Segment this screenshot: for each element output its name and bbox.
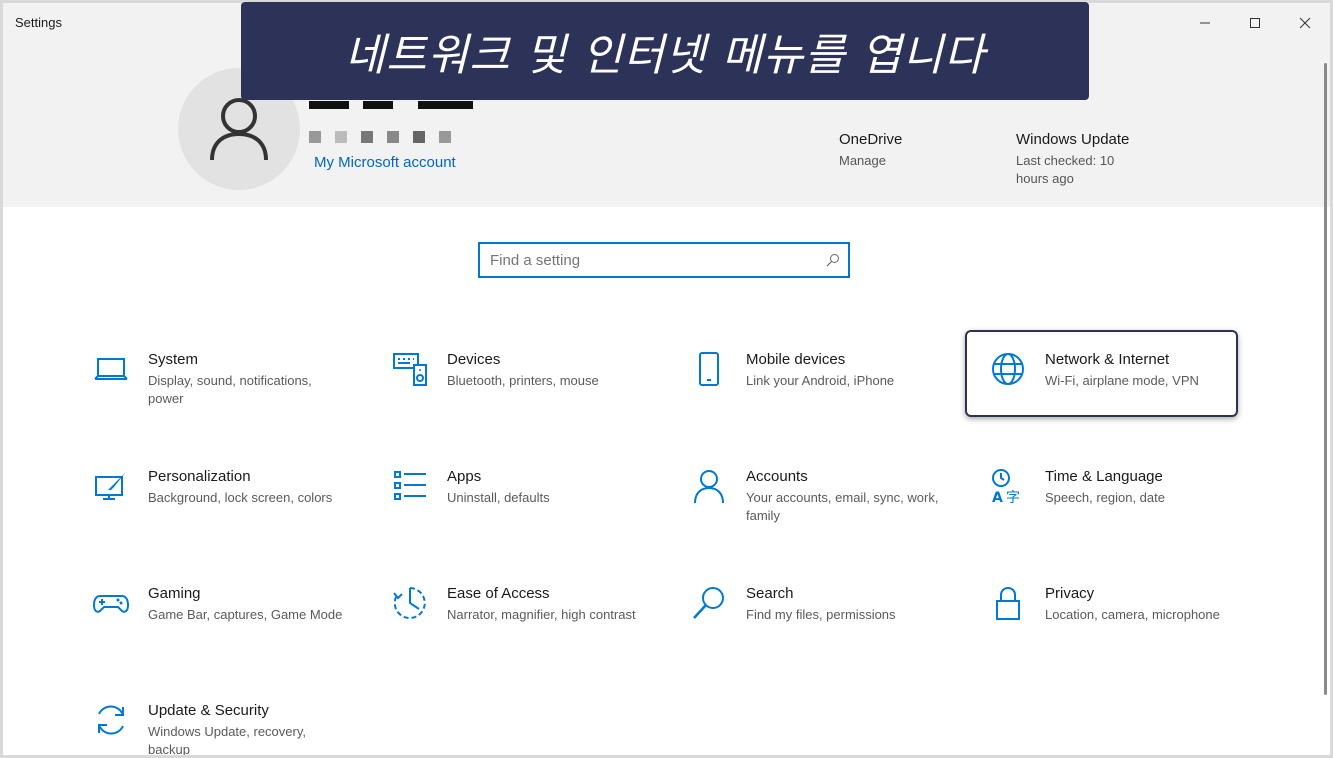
category-title: Search <box>746 585 794 602</box>
category-description: Your accounts, email, sync, work, family <box>746 490 939 523</box>
search-input[interactable] <box>490 252 810 269</box>
instruction-banner: 네트워크 및 인터넷 메뉴를 엽니다 <box>241 2 1089 100</box>
minimize-icon <box>1200 22 1210 24</box>
search-box[interactable] <box>478 242 850 278</box>
sync-icon <box>93 702 129 738</box>
close-icon <box>1299 17 1311 29</box>
category-ease-of-access[interactable]: Ease of Access Narrator, magnifier, high… <box>392 585 662 675</box>
svg-text:A: A <box>992 490 1003 504</box>
category-description: Game Bar, captures, Game Mode <box>148 607 343 622</box>
phone-icon <box>691 351 727 387</box>
category-devices[interactable]: Devices Bluetooth, printers, mouse <box>392 351 662 441</box>
window-title: Settings <box>15 15 62 30</box>
category-accounts[interactable]: Accounts Your accounts, email, sync, wor… <box>691 468 961 558</box>
window-controls <box>1180 3 1330 43</box>
maximize-button[interactable] <box>1230 3 1280 43</box>
category-title: Gaming <box>148 585 201 602</box>
onedrive-subtitle: Manage <box>839 153 886 168</box>
my-microsoft-account-link[interactable]: My Microsoft account <box>314 154 456 171</box>
lock-icon <box>990 585 1026 621</box>
network-highlight-frame <box>965 330 1238 417</box>
category-title: Privacy <box>1045 585 1095 602</box>
gamepad-icon <box>92 585 130 621</box>
category-title: Devices <box>447 351 501 368</box>
instruction-banner-text: 네트워크 및 인터넷 메뉴를 엽니다 <box>344 30 986 81</box>
category-description: Uninstall, defaults <box>447 490 550 505</box>
apps-list-icon <box>392 468 428 504</box>
category-update-security[interactable]: Update & Security Windows Update, recove… <box>93 702 363 755</box>
redacted-name <box>363 101 393 109</box>
svg-text:字: 字 <box>1006 490 1020 504</box>
category-description: Location, camera, microphone <box>1045 607 1220 622</box>
windows-update-quick-link[interactable]: Windows Update Last checked: 10 hours ag… <box>1016 131 1136 188</box>
category-mobile-devices[interactable]: Mobile devices Link your Android, iPhone <box>691 351 961 441</box>
keyboard-speaker-icon <box>392 351 428 387</box>
category-description: Narrator, magnifier, high contrast <box>447 607 636 622</box>
category-title: Apps <box>447 468 482 485</box>
person-icon <box>691 468 727 504</box>
onedrive-title: OneDrive <box>839 131 903 148</box>
category-title: System <box>148 351 199 368</box>
category-system[interactable]: System Display, sound, notifications, po… <box>93 351 363 441</box>
time-language-icon: A字 <box>990 468 1026 506</box>
windows-update-subtitle: Last checked: 10 hours ago <box>1016 153 1115 186</box>
redacted-email <box>309 131 465 143</box>
category-description: Find my files, permissions <box>746 607 896 622</box>
category-description: Speech, region, date <box>1045 490 1165 505</box>
user-icon <box>210 98 268 161</box>
category-description: Display, sound, notifications, power <box>148 373 312 406</box>
settings-window: Settings My Microsoft account OneDrive M… <box>3 3 1330 755</box>
category-description: Background, lock screen, colors <box>148 490 333 505</box>
onedrive-quick-link[interactable]: OneDrive Manage <box>839 131 902 170</box>
laptop-icon <box>93 351 129 387</box>
category-title: Personalization <box>148 468 251 485</box>
category-personalization[interactable]: Personalization Background, lock screen,… <box>93 468 363 558</box>
category-search[interactable]: Search Find my files, permissions <box>691 585 961 675</box>
category-title: Ease of Access <box>447 585 550 602</box>
category-title: Update & Security <box>148 702 269 719</box>
windows-update-title: Windows Update <box>1016 131 1130 148</box>
category-title: Accounts <box>746 468 808 485</box>
category-time-language[interactable]: A字 Time & Language Speech, region, date <box>990 468 1260 558</box>
scrollbar[interactable] <box>1324 63 1327 695</box>
maximize-icon <box>1250 18 1260 28</box>
paint-monitor-icon <box>93 468 129 504</box>
category-title: Mobile devices <box>746 351 846 368</box>
category-description: Link your Android, iPhone <box>746 373 895 388</box>
category-description: Bluetooth, printers, mouse <box>447 373 599 388</box>
redacted-name <box>418 101 473 109</box>
category-privacy[interactable]: Privacy Location, camera, microphone <box>990 585 1260 675</box>
category-title: Time & Language <box>1045 468 1163 485</box>
redacted-name <box>309 101 349 109</box>
category-description: Windows Update, recovery, backup <box>148 724 306 755</box>
close-button[interactable] <box>1280 3 1330 43</box>
category-gaming[interactable]: Gaming Game Bar, captures, Game Mode <box>92 585 363 675</box>
minimize-button[interactable] <box>1180 3 1230 43</box>
category-apps[interactable]: Apps Uninstall, defaults <box>392 468 662 558</box>
search-icon[interactable] <box>826 253 840 267</box>
magnifier-icon <box>691 585 727 621</box>
ease-of-access-icon <box>392 585 428 621</box>
